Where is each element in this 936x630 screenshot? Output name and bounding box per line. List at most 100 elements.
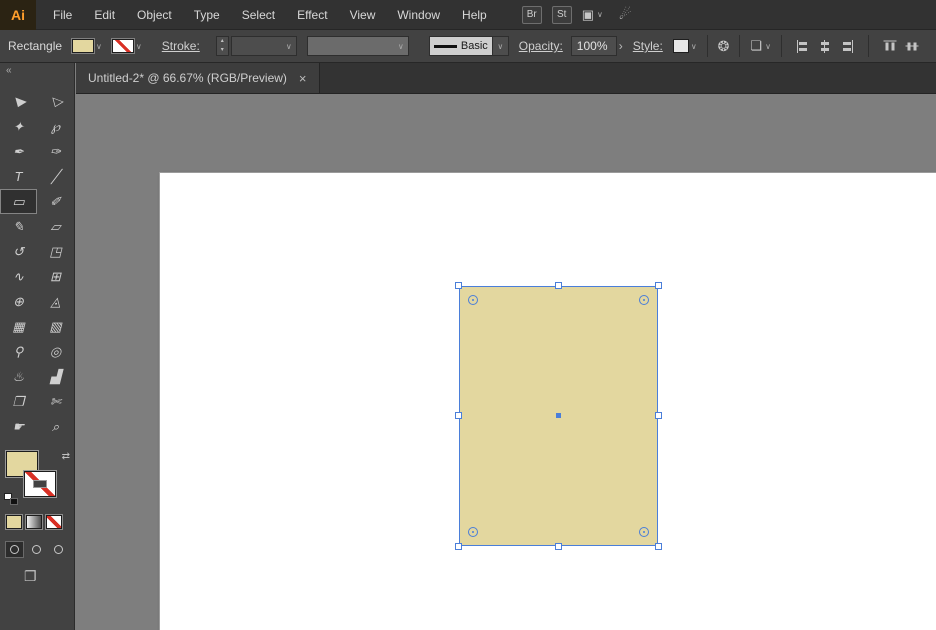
tool-gradient[interactable]: ▧ [37,314,74,339]
tool-hand[interactable]: ☛ [0,414,37,439]
stock-button[interactable]: St [551,5,572,24]
menu-select[interactable]: Select [231,0,286,30]
canvas-area[interactable] [76,94,936,630]
tool-rectangle[interactable]: ▭ [0,189,37,214]
tool-selection[interactable]: ▶ [0,89,37,114]
tool-pen[interactable]: ✒ [0,139,37,164]
corner-radius-widget-ne[interactable] [639,295,649,305]
collapse-panel-icon[interactable]: « [0,63,74,81]
fill-swatch[interactable] [71,38,96,54]
draw-inside-button[interactable] [49,541,68,558]
opacity-field[interactable]: 100% [570,36,617,56]
bridge-button[interactable]: Br [521,5,542,24]
opacity-chevron-icon[interactable]: › [619,39,623,53]
menu-window[interactable]: Window [386,0,451,30]
opacity-link[interactable]: Opacity: [519,39,563,53]
selection-handle-sw[interactable] [455,543,462,550]
menu-type[interactable]: Type [183,0,231,30]
gradient-button[interactable] [25,514,43,530]
align-horizontal-left-button[interactable] [796,39,810,53]
stepper-down-icon[interactable]: ▾ [217,46,228,55]
menu-object[interactable]: Object [126,0,183,30]
draw-behind-button[interactable] [27,541,46,558]
tool-artboard[interactable]: ❒ [0,389,37,414]
tool-slice[interactable]: ✄ [37,389,74,414]
tool-perspective-grid[interactable]: ◬ [37,289,74,314]
menu-edit[interactable]: Edit [83,0,126,30]
stroke-weight-stepper[interactable]: ▴ ▾ [215,36,229,56]
close-tab-icon[interactable]: × [299,71,307,86]
brush-chevron-button[interactable]: ∨ [491,37,508,55]
selection-handle-n[interactable] [554,282,562,289]
type-icon: T [14,169,23,184]
menu-effect[interactable]: Effect [286,0,338,30]
draw-normal-button[interactable] [5,541,24,558]
tool-mesh[interactable]: ▦ [0,314,37,339]
rectangle-icon: ▭ [12,193,25,209]
stroke-color-indicator[interactable] [23,470,57,498]
selected-rectangle[interactable] [455,282,662,550]
brush-definition-dropdown[interactable]: Basic ∨ [428,36,509,56]
tool-symbol-sprayer[interactable]: ♨ [0,364,37,389]
screen-mode-button[interactable]: ❐ [24,568,74,585]
align-vertical-top-button[interactable] [883,39,896,53]
selection-handle-nw[interactable] [455,282,462,289]
align-horizontal-center-button[interactable] [818,39,832,53]
screen-mode-icon: ❐ [24,568,37,584]
tool-scale[interactable]: ◳ [37,239,74,264]
tool-rotate[interactable]: ↺ [0,239,37,264]
brush-stroke-preview [433,44,457,48]
corner-radius-widget-nw[interactable] [468,295,478,305]
stroke-panel-link[interactable]: Stroke: [162,39,200,53]
selection-handle-e[interactable] [655,412,662,419]
tool-line-segment[interactable]: ╱ [37,164,74,189]
align-to-dropdown[interactable]: ❏ ∨ [750,38,771,54]
style-link[interactable]: Style: [633,39,663,53]
style-swatch[interactable] [672,39,689,53]
touch-workspace-icon[interactable]: ☄ [619,6,632,23]
swap-fill-stroke-icon[interactable]: ⇄ [62,451,70,462]
selection-handle-s[interactable] [554,543,562,550]
tool-eyedropper[interactable]: ⚲ [0,339,37,364]
corner-radius-widget-sw[interactable] [468,527,478,537]
stroke-color-dropdown[interactable]: ∨ [110,38,142,54]
menu-help[interactable]: Help [451,0,498,30]
tool-magic-wand[interactable]: ✦ [0,114,37,139]
tool-shape-builder[interactable]: ⊕ [0,289,37,314]
width-profile-dropdown[interactable]: ∨ [306,36,409,56]
selection-handle-w[interactable] [455,412,462,419]
tool-eraser[interactable]: ▱ [37,214,74,239]
none-button[interactable] [45,514,63,530]
color-button[interactable] [5,514,23,530]
fill-color-dropdown[interactable]: ∨ [71,38,102,54]
tool-blend[interactable]: ◎ [37,339,74,364]
tool-paintbrush[interactable]: ✐ [37,189,74,214]
default-fill-stroke-icon[interactable] [4,493,18,505]
tool-column-graph[interactable]: ▟ [37,364,74,389]
recolor-artwork-icon[interactable]: ❂ [718,38,730,55]
menu-view[interactable]: View [339,0,387,30]
corner-radius-widget-se[interactable] [639,527,649,537]
selection-handle-se[interactable] [655,543,662,550]
selection-handle-ne[interactable] [655,282,662,289]
tool-free-transform[interactable]: ⊞ [37,264,74,289]
align-horizontal-right-button[interactable] [840,39,854,53]
stepper-up-icon[interactable]: ▴ [217,37,228,46]
tool-lasso[interactable]: ℘ [37,114,74,139]
tool-curvature[interactable]: ✑ [37,139,74,164]
center-point[interactable] [555,413,561,418]
chevron-down-icon: ∨ [135,41,142,51]
tool-shaper[interactable]: ✎ [0,214,37,239]
tool-zoom[interactable]: ⌕ [37,414,74,439]
tool-direct-selection[interactable]: ▷ [37,89,74,114]
control-bar: Rectangle ∨ ∨ Stroke: ▴ ▾ ∨ ∨ Basic ∨ Op… [0,30,936,63]
align-vertical-center-button[interactable] [905,39,918,53]
tool-width[interactable]: ∿ [0,264,37,289]
tool-type[interactable]: T [0,164,37,189]
stroke-none-swatch[interactable] [110,38,135,54]
menu-file[interactable]: File [42,0,83,30]
arrange-documents-button[interactable]: ▣ ∨ [582,7,603,23]
document-tab[interactable]: Untitled-2* @ 66.67% (RGB/Preview) × [76,63,320,93]
stroke-weight-dropdown[interactable]: ∨ [230,36,297,56]
graphic-style-dropdown[interactable]: ∨ [672,39,697,53]
